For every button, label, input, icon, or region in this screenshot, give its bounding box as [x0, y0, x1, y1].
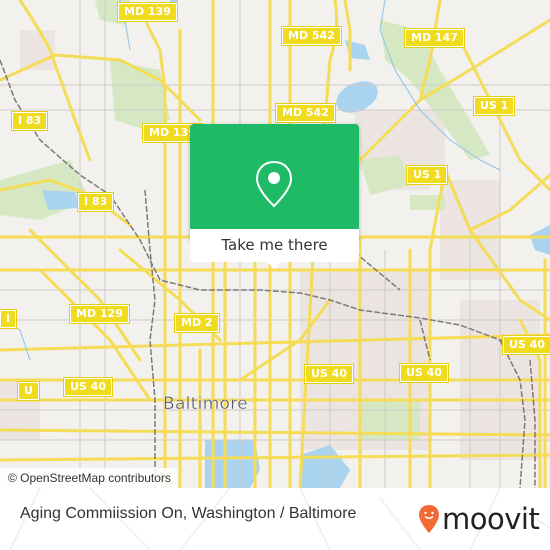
- route-shield: MD 542: [281, 26, 342, 46]
- route-shield: US 40: [399, 363, 449, 383]
- location-title: Aging Commiission On, Washington / Balti…: [20, 505, 357, 522]
- route-shield: MD 139: [117, 2, 178, 22]
- route-shield: US 1: [405, 165, 449, 185]
- route-shield: I 83: [10, 111, 49, 131]
- route-shield: US 40: [304, 364, 354, 384]
- map-pin-icon: [255, 160, 293, 208]
- route-shield: MD 147: [404, 28, 465, 48]
- moovit-logo[interactable]: moovit: [418, 502, 540, 536]
- route-shield: US 40: [63, 377, 113, 397]
- route-shield: MD 129: [69, 304, 130, 324]
- footer: Aging Commiission On, Washington / Balti…: [0, 488, 550, 550]
- popup-header: [190, 124, 359, 234]
- moovit-wordmark: moovit: [442, 502, 540, 536]
- popup-pointer: [266, 261, 282, 269]
- attribution[interactable]: © OpenStreetMap contributors: [0, 468, 177, 488]
- route-shield: US 40: [502, 335, 550, 355]
- take-me-there-button[interactable]: Take me there: [190, 229, 359, 262]
- map[interactable]: MD 139 MD 542 MD 147 MD 542 MD 139 I 83 …: [0, 0, 550, 488]
- route-shield: I: [0, 309, 18, 329]
- route-shield: US 1: [472, 96, 516, 116]
- location-popup[interactable]: Take me there: [190, 124, 359, 269]
- moovit-pin-icon: [419, 505, 439, 533]
- route-shield: MD 2: [174, 313, 220, 333]
- route-shield: I 83: [76, 192, 115, 212]
- city-label: Baltimore: [163, 394, 248, 414]
- route-shield: MD 542: [275, 103, 336, 123]
- route-shield: U: [17, 381, 40, 401]
